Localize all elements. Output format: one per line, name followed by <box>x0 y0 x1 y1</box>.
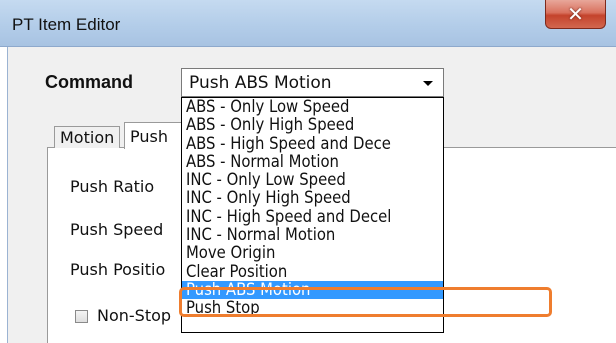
tab-motion-label: Motion <box>60 128 115 147</box>
dropdown-option[interactable]: Clear Position <box>182 262 443 281</box>
push-speed-label: Push Speed <box>70 220 164 239</box>
dropdown-option[interactable]: INC - Only High Speed <box>182 189 443 207</box>
close-icon: ✕ <box>567 2 584 26</box>
pt-item-editor-window: PT Item Editor ✕ Command Push ABS Motion… <box>0 0 616 343</box>
dropdown-option[interactable]: ABS - Only Low Speed <box>182 98 443 116</box>
command-label: Command <box>45 72 134 92</box>
push-position-label: Push Positio <box>70 260 166 279</box>
tab-push-label: Push <box>130 127 168 146</box>
tab-push[interactable]: Push <box>124 122 184 149</box>
window-title: PT Item Editor <box>12 15 121 34</box>
command-combobox[interactable]: Push ABS Motion <box>181 68 444 97</box>
non-stop-label: Non-Stop <box>97 306 172 325</box>
dropdown-option[interactable]: INC - Normal Motion <box>182 225 443 244</box>
chevron-down-icon[interactable] <box>423 81 433 86</box>
dropdown-option[interactable]: Move Origin <box>182 244 443 262</box>
tab-motion[interactable]: Motion <box>54 126 121 148</box>
dropdown-option[interactable]: INC - High Speed and Decel <box>182 207 443 226</box>
annotation-highlight-box <box>179 287 552 317</box>
close-button[interactable]: ✕ <box>545 0 606 29</box>
push-ratio-label: Push Ratio <box>70 177 155 196</box>
dropdown-option[interactable]: ABS - Only High Speed <box>182 116 443 134</box>
dropdown-option[interactable]: ABS - Normal Motion <box>182 152 443 171</box>
dropdown-option[interactable]: ABS - High Speed and Dece <box>182 134 443 153</box>
title-bar: PT Item Editor ✕ <box>0 0 616 47</box>
dropdown-option[interactable]: INC - Only Low Speed <box>182 171 443 189</box>
non-stop-checkbox[interactable] <box>75 310 88 323</box>
command-selected-value: Push ABS Motion <box>189 73 332 93</box>
